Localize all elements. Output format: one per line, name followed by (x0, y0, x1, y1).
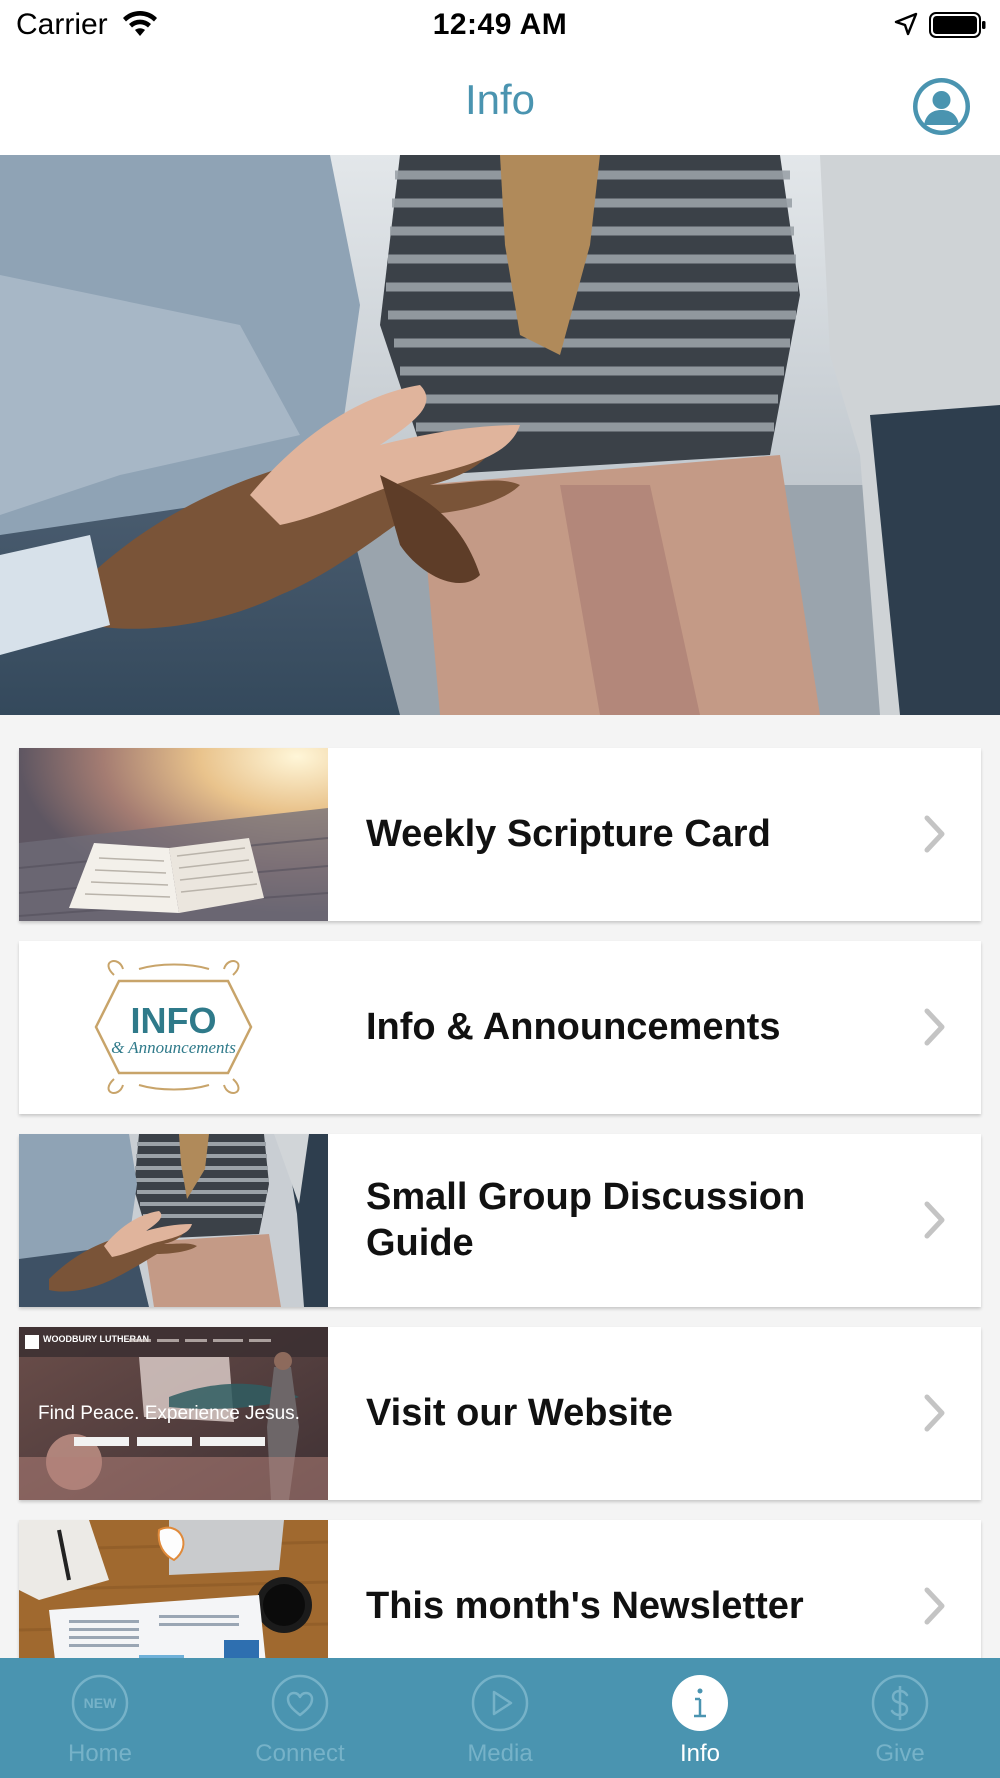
thumb-info-announcements-logo: INFO & Announcements (19, 941, 328, 1114)
thumb-group-discussion (19, 1134, 328, 1307)
tab-home[interactable]: NEW Home (0, 1658, 200, 1778)
page-title: Info (464, 76, 536, 123)
list-item-label: Info & Announcements (366, 1005, 781, 1048)
chevron-right-icon (924, 1394, 945, 1432)
thumb-subtitle-text: & Announcements (111, 1038, 236, 1057)
chevron-right-icon (924, 815, 945, 853)
list-item-info-announcements[interactable]: INFO & Announcements Info & Announcement… (19, 941, 981, 1114)
battery-icon (929, 12, 986, 38)
profile-button[interactable] (913, 78, 970, 135)
chevron-right-icon (924, 1587, 945, 1625)
thumb-open-bible (19, 748, 328, 921)
status-bar: Carrier 12:49 AM (0, 0, 1000, 52)
heart-icon (271, 1674, 329, 1732)
tab-info[interactable]: Info (600, 1658, 800, 1778)
location-arrow-icon (894, 12, 918, 36)
tab-label: Media (467, 1740, 533, 1767)
status-time: 12:49 AM (432, 8, 568, 41)
dollar-icon (871, 1674, 929, 1732)
list-item-label: Small Group Discussion Guide (366, 1175, 806, 1264)
tab-label: Info (679, 1740, 721, 1767)
hero-image (0, 155, 1000, 715)
chevron-right-icon (924, 1201, 945, 1239)
list-item-label: Visit our Website (366, 1391, 673, 1434)
tab-label: Home (67, 1740, 133, 1767)
thumb-tagline-text: Find Peace. Experience Jesus. (38, 1403, 300, 1424)
list-item-small-group-discussion-guide[interactable]: Small Group Discussion Guide (19, 1134, 981, 1307)
chevron-right-icon (924, 1008, 945, 1046)
tab-label: Give (875, 1740, 925, 1767)
info-icon (672, 1675, 728, 1731)
tab-label: Connect (255, 1740, 345, 1767)
tab-media[interactable]: Media (400, 1658, 600, 1778)
list-item-weekly-scripture-card[interactable]: Weekly Scripture Card (19, 748, 981, 921)
tab-bar: NEW Home Connect Media Info Give (0, 1658, 1000, 1778)
play-icon (471, 1674, 529, 1732)
thumb-website-screenshot: WOODBURY LUTHERAN Find Peace. Experience… (19, 1327, 328, 1500)
navigation-bar: Info (0, 52, 1000, 155)
thumb-title-text: INFO (131, 1000, 217, 1041)
list-item-label: Weekly Scripture Card (366, 812, 771, 855)
svg-text:NEW: NEW (84, 1695, 117, 1711)
new-badge-icon: NEW (71, 1674, 129, 1732)
tab-connect[interactable]: Connect (200, 1658, 400, 1778)
user-icon (917, 82, 966, 131)
list-item-visit-our-website[interactable]: WOODBURY LUTHERAN Find Peace. Experience… (19, 1327, 981, 1500)
tab-give[interactable]: Give (800, 1658, 1000, 1778)
